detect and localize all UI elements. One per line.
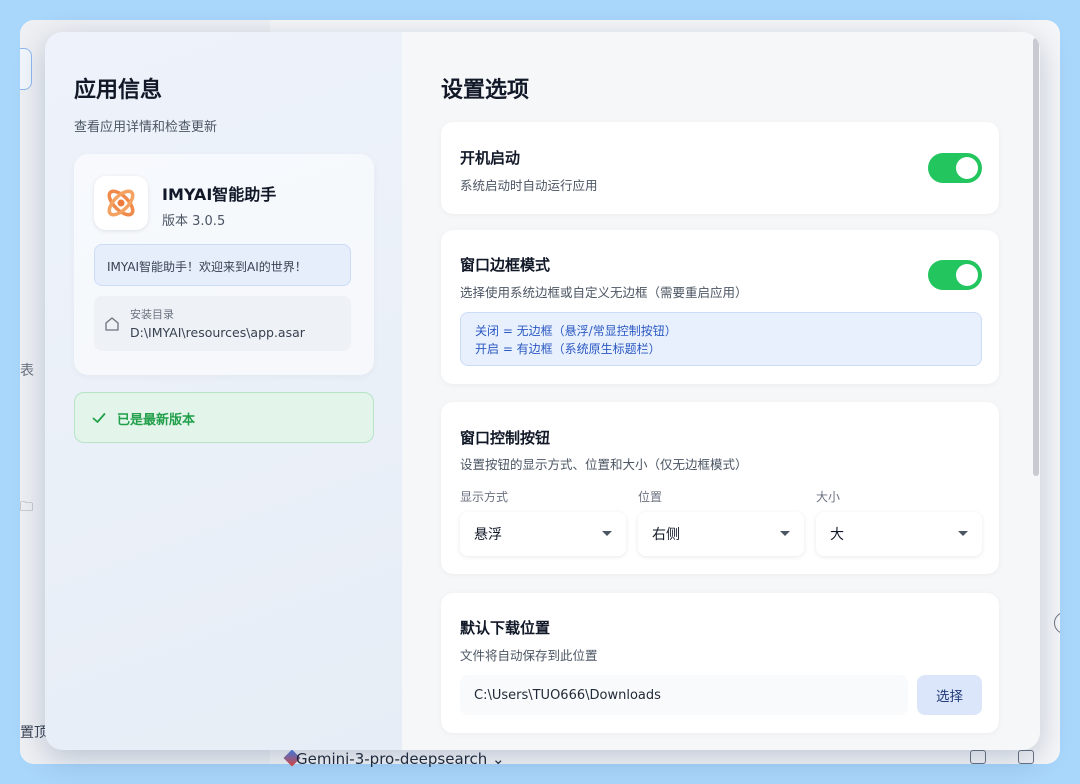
install-path: D:\IMYAI\resources\app.asar [130,325,305,340]
autostart-toggle[interactable] [928,153,982,183]
model-selector[interactable]: Gemini-3-pro-deepsearch ⌄ [296,750,505,768]
download-location-card: 默认下载位置 文件将自动保存到此位置 选择 [441,593,999,733]
choose-folder-button[interactable]: 选择 [917,675,982,715]
chevron-down-icon [958,531,968,536]
frame-mode-toggle[interactable] [928,260,982,290]
background-sidebar-text: 表 [20,363,34,379]
size-label: 大小 [816,490,841,504]
install-label: 安装目录 [130,308,174,321]
settings-scrollbar[interactable] [1032,32,1040,750]
position-label: 位置 [638,490,663,504]
window-controls-desc: 设置按钮的显示方式、位置和大小（仅无边框模式） [460,457,748,472]
download-title: 默认下载位置 [460,619,551,637]
settings-scrollbar-thumb[interactable] [1033,38,1039,476]
autostart-title: 开机启动 [460,149,521,167]
app-version: 版本 3.0.5 [162,214,226,229]
chevron-down-icon [602,531,612,536]
window-controls-card: 窗口控制按钮 设置按钮的显示方式、位置和大小（仅无边框模式） 显示方式 悬浮 位… [441,402,999,574]
frame-mode-card: 窗口边框模式 选择使用系统边框或自定义无边框（需要重启应用） 关闭 = 无边框（… [441,230,999,384]
display-mode-label: 显示方式 [460,490,509,504]
update-status-badge: 已是最新版本 [74,392,374,443]
app-info-card: IMYAI智能助手 版本 3.0.5 IMYAI智能助手！欢迎来到AI的世界！ … [74,154,374,375]
chevron-down-icon [780,531,790,536]
about-title: 应用信息 [74,78,163,103]
frame-mode-info: 关闭 = 无边框（悬浮/常显控制按钮） 开启 = 有边框（系统原生标题栏） [460,312,982,366]
about-subtitle: 查看应用详情和检查更新 [74,120,218,135]
app-logo-icon [94,176,148,230]
download-path-input[interactable] [460,675,908,715]
settings-panel: 设置选项 开机启动 系统启动时自动运行应用 窗口边框模式 选择使用系统边框或自定… [402,32,1040,750]
about-panel: 应用信息 查看应用详情和检查更新 IMYAI智能助手 版本 3.0.5 IMYA… [45,32,402,750]
check-icon [92,413,106,423]
position-value: 右侧 [652,527,680,543]
window-controls-title: 窗口控制按钮 [460,429,551,447]
background-pin-text: 置顶 [20,725,48,741]
app-name: IMYAI智能助手 [162,185,277,204]
image-upload-icon[interactable] [970,750,986,764]
home-icon [105,317,119,331]
display-mode-select[interactable]: 悬浮 [460,512,626,556]
settings-title: 设置选项 [441,78,530,103]
welcome-message: IMYAI智能助手！欢迎来到AI的世界！ [94,244,351,286]
install-directory: 安装目录 D:\IMYAI\resources\app.asar [94,296,351,351]
display-mode-value: 悬浮 [474,527,502,543]
frame-mode-info-line2: 开启 = 有边框（系统原生标题栏） [475,342,661,356]
settings-dialog: 应用信息 查看应用详情和检查更新 IMYAI智能助手 版本 3.0.5 IMYA… [45,32,1040,750]
frame-mode-info-line1: 关闭 = 无边框（悬浮/常显控制按钮） [475,324,677,338]
position-select[interactable]: 右侧 [638,512,804,556]
background-help-icon[interactable] [1054,612,1060,634]
attach-icon[interactable] [1018,750,1034,764]
autostart-card: 开机启动 系统启动时自动运行应用 [441,122,999,214]
download-desc: 文件将自动保存到此位置 [460,648,598,663]
folder-icon: 🗀 [20,500,34,515]
autostart-desc: 系统启动时自动运行应用 [460,178,598,193]
size-select[interactable]: 大 [816,512,982,556]
background-new-chat-button[interactable] [20,48,32,90]
update-status-text: 已是最新版本 [117,413,196,428]
size-value: 大 [830,527,844,543]
frame-mode-title: 窗口边框模式 [460,256,551,274]
frame-mode-desc: 选择使用系统边框或自定义无边框（需要重启应用） [460,285,748,300]
